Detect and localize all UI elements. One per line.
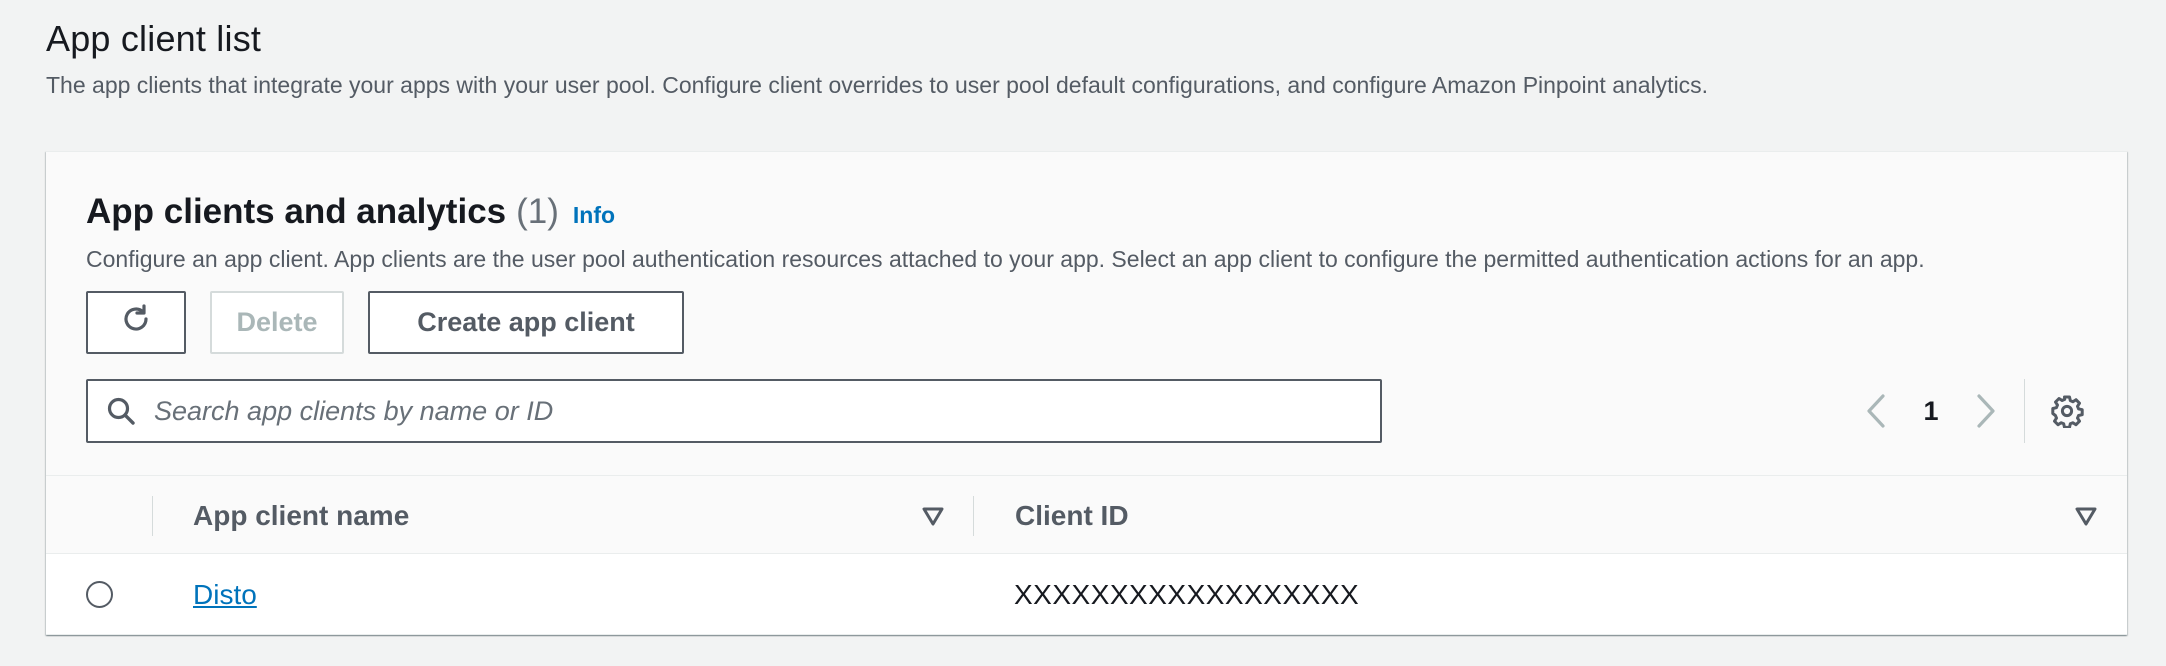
search-input[interactable] <box>138 381 1380 441</box>
info-link[interactable]: Info <box>573 202 615 229</box>
action-bar: Delete Create app client <box>86 291 684 354</box>
refresh-icon <box>119 302 153 343</box>
page-description: The app clients that integrate your apps… <box>46 72 1709 98</box>
app-clients-panel: App clients and analytics (1) Info Confi… <box>46 151 2127 635</box>
panel-header: App clients and analytics (1) Info Confi… <box>86 192 2087 273</box>
column-header-app-client-name[interactable]: App client name <box>193 476 409 555</box>
search-icon <box>104 394 138 428</box>
page-title: App client list <box>46 18 262 59</box>
table-header: App client name Client ID <box>46 475 2127 554</box>
pagination-divider <box>2024 379 2025 443</box>
next-page-icon[interactable] <box>1966 391 2006 431</box>
client-id-value: XXXXXXXXXXXXXXXXXX <box>1014 578 1360 610</box>
refresh-button[interactable] <box>86 291 186 354</box>
app-client-name-link[interactable]: Disto <box>193 554 257 635</box>
previous-page-icon[interactable] <box>1856 391 1896 431</box>
column-separator <box>973 496 974 536</box>
panel-count: (1) <box>516 192 559 231</box>
column-separator <box>152 496 153 536</box>
sort-icon[interactable] <box>920 503 946 529</box>
create-app-client-button[interactable]: Create app client <box>368 291 684 354</box>
gear-icon[interactable] <box>2047 391 2087 431</box>
row-select-radio[interactable] <box>86 581 113 608</box>
table-row: Disto XXXXXXXXXXXXXXXXXX <box>46 554 2127 635</box>
search-box <box>86 379 1382 443</box>
panel-description: Configure an app client. App clients are… <box>86 246 1925 272</box>
pagination: 1 <box>1856 379 2087 443</box>
delete-button[interactable]: Delete <box>210 291 344 354</box>
column-header-client-id[interactable]: Client ID <box>1015 476 1129 555</box>
page-number[interactable]: 1 <box>1896 396 1966 427</box>
panel-title: App clients and analytics <box>86 192 507 231</box>
app-clients-table: App client name Client ID Disto XXXXXXXX… <box>46 475 2127 635</box>
page-header: App client list The app clients that int… <box>46 18 2146 99</box>
sort-icon[interactable] <box>2073 503 2099 529</box>
